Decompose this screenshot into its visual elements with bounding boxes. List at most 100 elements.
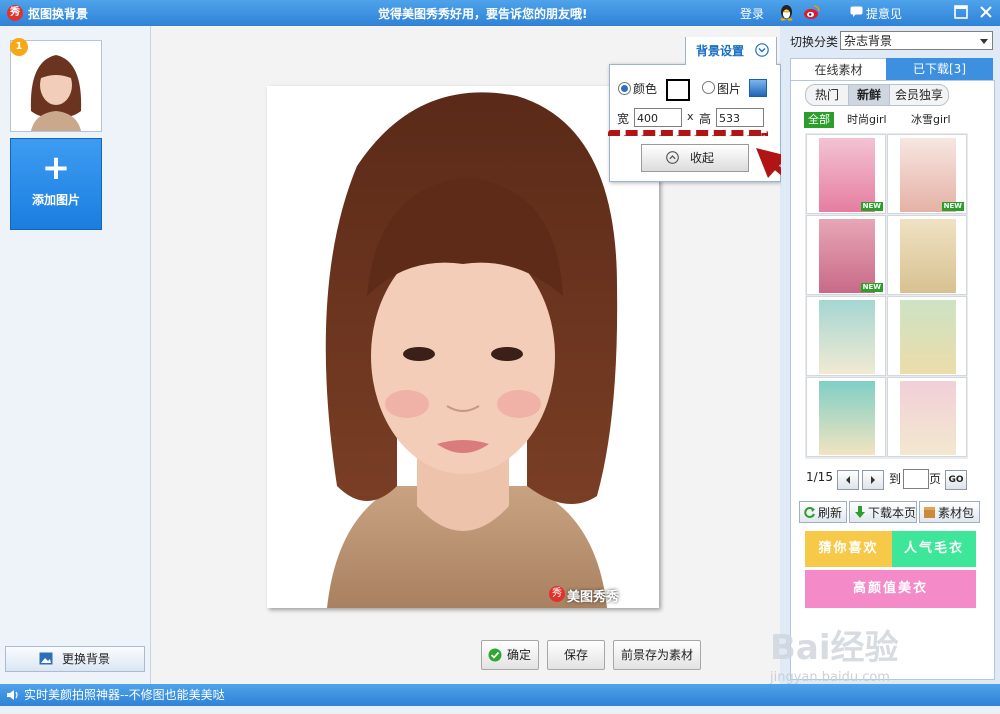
collapse-button[interactable]: 收起 [641,144,749,172]
tab-online-materials[interactable]: 在线素材 [790,58,887,81]
filter-ice-girl[interactable]: 冰雪girl [911,112,951,128]
width-input[interactable]: 400 [634,108,682,127]
subtab-new[interactable]: 新鲜 [848,84,890,106]
page-indicator: 1/15 [806,470,833,484]
filter-all[interactable]: 全部 [804,112,834,128]
background-settings-tab[interactable]: 背景设置 [685,37,777,65]
status-promo-text[interactable]: 实时美颜拍照神器--不修图也能美美哒 [24,684,225,706]
image-picker-icon[interactable] [749,79,767,97]
material-thumbnail-grid: NEW NEW NEW [805,133,968,459]
color-radio[interactable] [618,82,631,95]
go-button[interactable]: GO [945,470,967,490]
title-bar: 秀 抠图换背景 觉得美图秀秀好用，要告诉您的朋友哦! 登录 提意见 [0,0,1000,26]
refresh-label: 刷新 [818,506,843,520]
color-option-label: 颜色 [633,82,658,96]
material-source-tabs: 在线素材 已下载[3] [790,58,993,81]
height-input[interactable]: 533 [716,108,764,127]
portrait-photo[interactable]: 秀 美图秀秀 [267,86,659,608]
filter-fashion-girl[interactable]: 时尚girl [847,112,887,128]
width-label: 宽 [617,112,630,126]
subtab-hot[interactable]: 热门 [805,84,849,106]
tab-downloaded[interactable]: 已下载[3] [886,58,993,80]
login-link[interactable]: 登录 [740,5,764,22]
height-label: 高 [699,112,712,126]
chevron-up-icon [666,151,679,164]
banner-popular-sweater[interactable]: 人气毛衣 [892,531,976,567]
category-label: 切换分类 [790,35,839,49]
new-badge: NEW [860,283,883,292]
next-page-button[interactable] [862,470,884,490]
material-item[interactable] [887,377,967,457]
material-package-label: 素材包 [938,506,975,520]
material-item[interactable]: NEW [806,215,886,295]
app-logo-icon: 秀 [7,5,23,21]
chat-bubble-icon [850,6,863,17]
material-item[interactable] [887,215,967,295]
material-package-button[interactable]: 素材包 [919,501,980,523]
save-button[interactable]: 保存 [547,640,605,670]
material-item[interactable] [806,377,886,457]
left-sidebar: 1 + 添加图片 更换背景 [0,26,151,684]
refresh-button[interactable]: 刷新 [799,501,847,523]
background-settings-title: 背景设置 [696,44,745,58]
picture-icon [39,652,53,665]
site-watermark: Bai经验 [770,628,899,668]
refresh-icon [804,507,815,518]
new-badge: NEW [860,202,883,211]
meitu-watermark-text: 美图秀秀 [567,590,620,605]
save-foreground-as-material-button[interactable]: 前景存为素材 [613,640,701,670]
portrait-thumbnail-image [11,41,101,131]
category-select[interactable]: 杂志背景 [840,31,993,50]
speaker-icon [7,690,18,700]
window-title: 抠图换背景 [28,7,89,21]
banner-guess-you-like[interactable]: 猜你喜欢 [805,531,892,567]
change-background-label: 更换背景 [61,652,110,666]
material-thumbnail-image [900,300,956,374]
add-image-button[interactable]: + 添加图片 [10,138,102,230]
confirm-button[interactable]: 确定 [481,640,539,670]
change-background-button[interactable]: 更换背景 [5,646,145,672]
material-thumbnail-image [900,219,956,293]
meitu-watermark-logo-icon: 秀 [549,586,565,602]
subtab-vip[interactable]: 会员独享 [889,84,949,106]
times-sign: x [687,110,694,123]
category-select-value: 杂志背景 [844,34,893,48]
chevron-down-icon [755,43,769,57]
qq-penguin-icon[interactable] [779,4,794,21]
material-item[interactable]: NEW [887,134,967,214]
site-watermark-url: jingyan.baidu.com [770,670,890,685]
slogan-link[interactable]: 觉得美图秀秀好用，要告诉您的朋友哦! [378,5,587,22]
prev-page-button[interactable] [837,470,859,490]
status-bar: 实时美颜拍照神器--不修图也能美美哒 [0,684,1000,706]
color-swatch[interactable] [666,79,690,101]
maximize-icon[interactable] [953,4,969,20]
page-number-input[interactable] [903,469,929,489]
material-thumbnail-image [900,381,956,455]
material-item[interactable]: NEW [806,134,886,214]
material-item[interactable] [887,296,967,376]
download-page-button[interactable]: 下载本页 [849,501,917,523]
material-thumbnail-image [900,138,956,212]
feedback-link[interactable]: 提意见 [866,5,902,22]
material-thumbnail-image [819,381,875,455]
download-page-label: 下载本页 [868,506,917,520]
add-image-label: 添加图片 [31,193,80,207]
page-label: 页 [929,472,942,486]
material-thumbnail-image [819,138,875,212]
bottom-strip [0,706,1000,714]
chevron-left-icon [846,476,850,484]
portrait-image [267,86,659,608]
confirm-label: 确定 [506,648,531,662]
image-radio[interactable] [702,81,715,94]
thumb-count-badge: 1 [10,38,28,56]
highlight-dashed-underline [608,130,768,142]
dropdown-arrow-icon [980,39,988,44]
material-item[interactable] [806,296,886,376]
download-arrow-icon [855,506,865,518]
goto-label: 到 [889,472,902,486]
weibo-icon[interactable] [803,4,820,21]
banner-high-style-clothing[interactable]: 高颜值美衣 [805,570,976,608]
close-icon[interactable] [978,4,994,20]
plus-icon: + [41,148,71,188]
package-icon [924,507,935,518]
